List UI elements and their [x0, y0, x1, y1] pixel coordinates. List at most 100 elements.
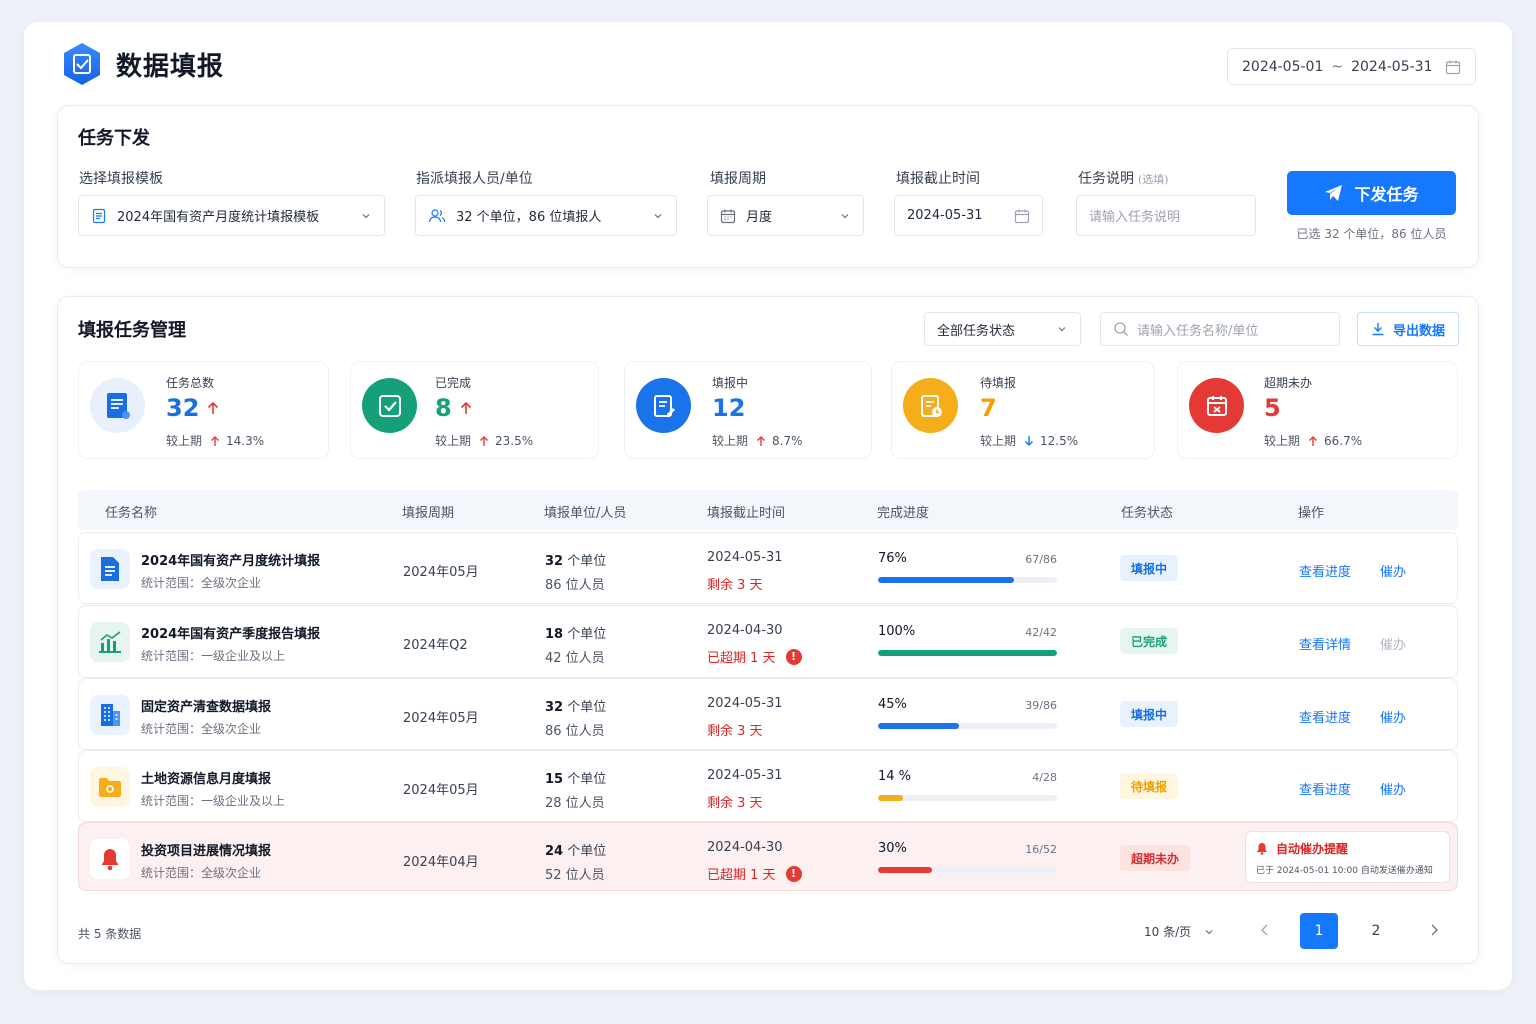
task-remaining: 剩余 3 天 [707, 724, 763, 739]
calendar-icon [720, 208, 736, 224]
task-period: 2024年04月 [403, 855, 479, 870]
template-label: 选择填报模板 [79, 171, 163, 187]
page-button-1[interactable]: 1 [1300, 913, 1338, 949]
stat-compare: 较上期 66.7% [1264, 433, 1363, 449]
status-filter-value: 全部任务状态 [937, 323, 1016, 339]
remind-link[interactable]: 催办 [1380, 779, 1406, 798]
progress-percent: 76% [878, 551, 907, 566]
template-select[interactable]: 2024年国有资产月度统计填报模板 [78, 195, 385, 236]
progress-fill [878, 577, 1015, 583]
dispatch-task-button[interactable]: 下发任务 [1287, 171, 1456, 215]
chevron-left-icon [1261, 924, 1268, 936]
date-range-end: 2024-05-31 [1351, 58, 1433, 75]
arrow-up-icon [757, 435, 766, 446]
task-units: 32 个单位 [545, 554, 607, 569]
chevron-right-icon [1431, 924, 1438, 936]
selected-note: 已选 32 个单位，86 位人员 [1296, 227, 1447, 241]
task-people: 86 位人员 [545, 724, 605, 739]
chevron-down-icon [360, 210, 372, 222]
search-input[interactable]: 请输入任务名称/单位 [1100, 312, 1340, 346]
task-name: 2024年国有资产季度报告填报 [141, 627, 321, 642]
chart-icon [90, 622, 130, 662]
remind-link[interactable]: 催办 [1380, 707, 1406, 726]
arrow-up-icon [460, 401, 471, 414]
page-button-2[interactable]: 2 [1357, 913, 1395, 949]
dispatch-button-label: 下发任务 [1354, 187, 1419, 204]
overdue-calendar-icon [1189, 378, 1244, 433]
task-deadline: 2024-04-30 [707, 840, 783, 855]
column-header: 任务名称 [105, 506, 158, 521]
column-header: 填报周期 [402, 506, 455, 521]
stat-card-pending: 待填报 7 较上期 12.5% [891, 361, 1155, 459]
task-name: 固定资产清查数据填报 [141, 700, 272, 715]
view-progress-link[interactable]: 查看进度 [1299, 561, 1351, 580]
manage-title: 填报任务管理 [78, 320, 186, 341]
task-scope: 统计范围：全级次企业 [141, 866, 262, 880]
deadline-picker[interactable]: 2024-05-31 [894, 195, 1043, 236]
stat-compare: 较上期 12.5% [980, 433, 1079, 449]
task-remaining: 剩余 3 天 [707, 796, 763, 811]
view-progress-link[interactable]: 查看进度 [1299, 779, 1351, 798]
warning-icon: ! [785, 865, 802, 882]
task-people: 86 位人员 [545, 578, 605, 593]
status-badge: 填报中 [1120, 701, 1179, 727]
users-icon [428, 208, 446, 224]
task-scope: 统计范围：一级企业及以上 [141, 794, 286, 808]
total-count: 共 5 条数据 [78, 927, 142, 941]
export-data-button[interactable]: 导出数据 [1357, 312, 1459, 346]
prev-page-button[interactable] [1259, 923, 1271, 937]
task-scope: 统计范围：全级次企业 [141, 722, 262, 736]
table-row[interactable]: 2024年国有资产月度统计填报 统计范围：全级次企业 2024年05月 32 个… [78, 532, 1458, 604]
arrow-up-icon [480, 435, 489, 446]
progress-fill [878, 723, 959, 729]
progress-fill [878, 795, 904, 801]
app-title: 数据填报 [116, 51, 225, 82]
progress-bar [878, 795, 1057, 801]
next-page-button[interactable] [1428, 923, 1440, 937]
progress-bar [878, 650, 1057, 656]
stat-label: 超期未办 [1264, 376, 1313, 390]
task-deadline: 2024-05-31 [707, 768, 783, 783]
task-people: 28 位人员 [545, 796, 605, 811]
remind-link[interactable]: 催办 [1380, 561, 1406, 580]
arrow-up-icon [208, 401, 219, 414]
building-icon [90, 695, 130, 735]
stat-value: 32 [166, 394, 219, 422]
remind-link[interactable]: 催办 [1380, 634, 1406, 653]
task-units: 32 个单位 [545, 700, 607, 715]
task-remaining: 已超期 1 天! [707, 864, 802, 883]
arrow-down-icon [1025, 435, 1034, 446]
status-badge: 超期未办 [1120, 845, 1191, 871]
assignee-select[interactable]: 32 个单位，86 位填报人 [415, 195, 677, 236]
status-filter-select[interactable]: 全部任务状态 [924, 312, 1081, 346]
column-header: 填报截止时间 [707, 506, 786, 521]
auto-remind-notice: 自动催办提醒 已于 2024-05-01 10:00 自动发送催办通知 [1245, 831, 1450, 883]
table-row[interactable]: 土地资源信息月度填报 统计范围：一级企业及以上 2024年05月 15 个单位 … [78, 750, 1458, 822]
page-size-select[interactable]: 10 条/页 [1144, 923, 1215, 940]
description-input[interactable]: 请输入任务说明 [1076, 195, 1256, 236]
stat-value: 12 [712, 394, 746, 422]
stat-compare: 较上期 23.5% [435, 433, 534, 449]
warning-icon: ! [785, 648, 802, 665]
search-icon [1114, 322, 1128, 336]
table-row[interactable]: 固定资产清查数据填报 统计范围：全级次企业 2024年05月 32 个单位 86… [78, 678, 1458, 750]
period-select[interactable]: 月度 [707, 195, 864, 236]
table-row[interactable]: 2024年国有资产季度报告填报 统计范围：一级企业及以上 2024年Q2 18 … [78, 605, 1458, 678]
auto-remind-title: 自动催办提醒 [1256, 840, 1439, 857]
view-details-link[interactable]: 查看详情 [1299, 634, 1351, 653]
progress-bar [878, 577, 1057, 583]
assignee-value: 32 个单位，86 位填报人 [456, 210, 602, 225]
chevron-down-icon [1056, 323, 1068, 335]
table-row-overdue[interactable]: 投资项目进展情况填报 统计范围：全级次企业 2024年04月 24 个单位 52… [78, 822, 1458, 891]
column-header: 填报单位/人员 [544, 506, 627, 521]
bell-icon [90, 839, 130, 879]
progress-fill [878, 867, 932, 873]
date-range-picker[interactable]: 2024-05-01 ~ 2024-05-31 [1227, 48, 1476, 85]
progress-percent: 45% [878, 697, 907, 712]
status-badge: 待填报 [1120, 773, 1179, 799]
view-progress-link[interactable]: 查看进度 [1299, 707, 1351, 726]
stat-label: 填报中 [712, 376, 749, 390]
progress-bar [878, 867, 1057, 873]
check-clipboard-icon [362, 378, 417, 433]
calendar-icon [1014, 208, 1030, 224]
